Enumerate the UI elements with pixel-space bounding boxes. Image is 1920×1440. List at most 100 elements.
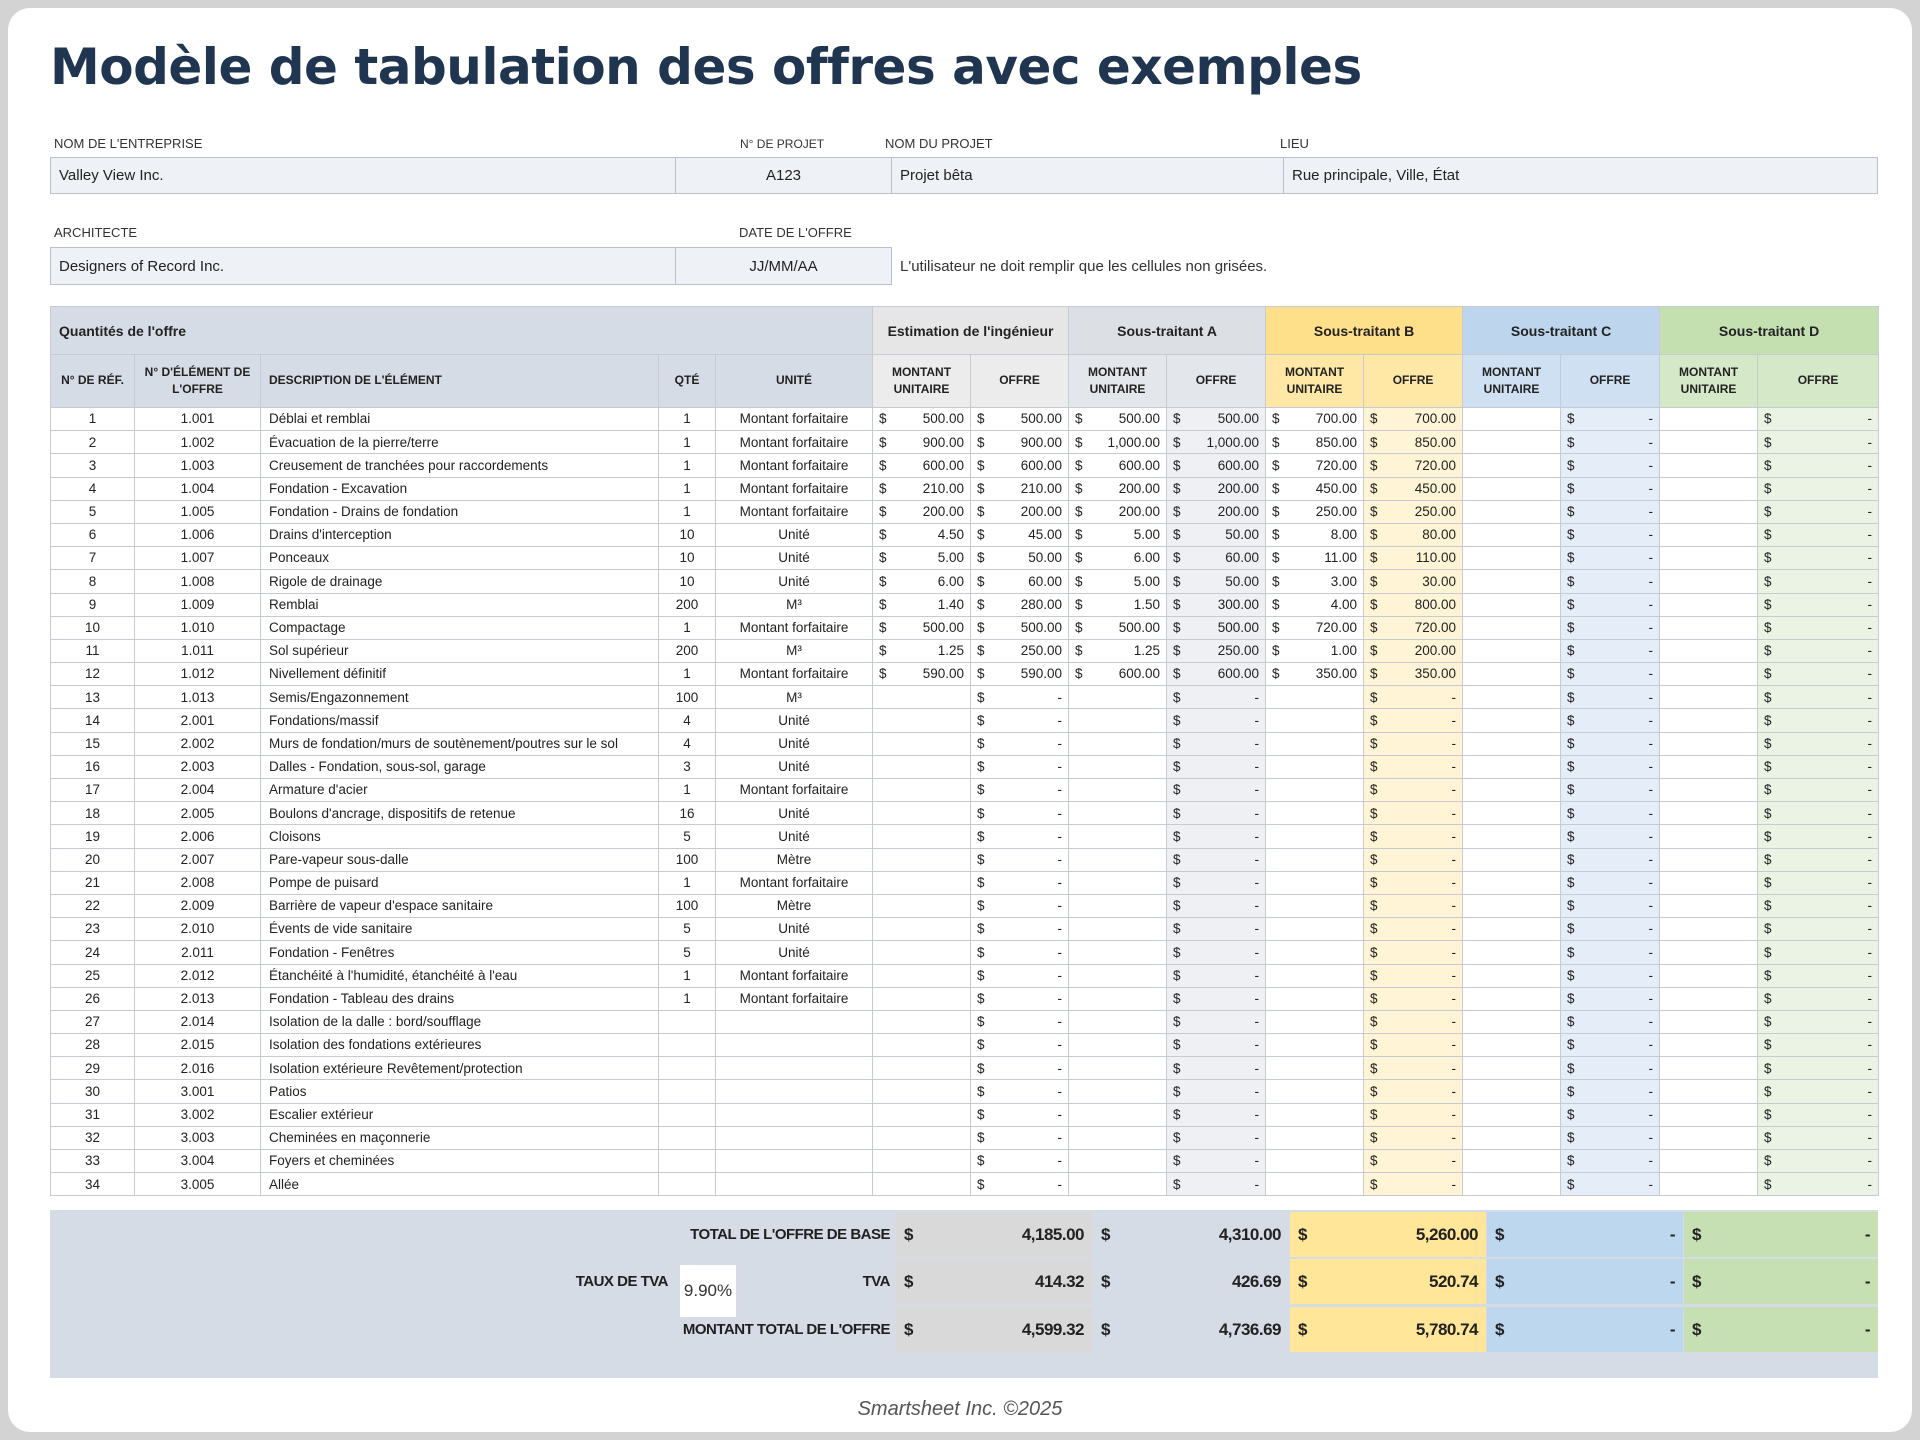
a-bid-cell[interactable]: $ - [1166, 824, 1267, 849]
b-unit-price-cell[interactable] [1265, 847, 1365, 872]
c-unit-price-cell[interactable] [1462, 546, 1562, 571]
d-unit-price-cell[interactable] [1659, 754, 1759, 780]
c-bid-cell[interactable]: $ - [1560, 546, 1661, 571]
d-bid-cell[interactable]: $ - [1757, 476, 1880, 501]
c-bid-cell[interactable]: $ - [1560, 754, 1661, 780]
unit-cell[interactable]: M³ [714, 685, 874, 710]
a-unit-price-cell[interactable]: $1,000.00 [1068, 430, 1168, 455]
eng-bid-cell[interactable]: $60.00 [970, 569, 1070, 594]
b-unit-price-cell[interactable] [1265, 1009, 1365, 1035]
qty-cell[interactable]: 200 [658, 638, 716, 664]
c-unit-price-cell[interactable] [1462, 1148, 1562, 1174]
item-no-cell[interactable]: 1.002 [134, 430, 261, 455]
d-unit-price-cell[interactable] [1659, 662, 1759, 687]
a-bid-cell[interactable]: $250.00 [1166, 638, 1267, 664]
c-unit-price-cell[interactable] [1462, 1056, 1562, 1081]
a-unit-price-cell[interactable] [1068, 1033, 1168, 1058]
item-no-cell[interactable]: 2.008 [134, 870, 261, 895]
b-unit-price-cell[interactable]: $11.00 [1265, 546, 1365, 571]
description-cell[interactable]: Nivellement définitif [260, 662, 659, 687]
eng-unit-price-cell[interactable]: $500.00 [872, 406, 972, 432]
c-bid-cell[interactable]: $ - [1560, 522, 1661, 548]
description-cell[interactable]: Isolation extérieure Revêtement/protecti… [260, 1056, 659, 1081]
c-unit-price-cell[interactable] [1462, 1102, 1562, 1127]
qty-cell[interactable]: 1 [658, 986, 716, 1011]
a-unit-price-cell[interactable] [1068, 917, 1168, 942]
a-unit-price-cell[interactable] [1068, 824, 1168, 849]
eng-unit-price-cell[interactable] [872, 754, 972, 780]
ref-cell[interactable]: 16 [50, 754, 135, 780]
ref-cell[interactable]: 24 [50, 940, 135, 965]
c-bid-cell[interactable]: $ - [1560, 476, 1661, 501]
a-bid-cell[interactable]: $ - [1166, 1125, 1267, 1151]
b-bid-cell[interactable]: $800.00 [1363, 592, 1464, 617]
c-unit-price-cell[interactable] [1462, 731, 1562, 756]
description-cell[interactable]: Compactage [260, 615, 659, 640]
qty-cell[interactable]: 1 [658, 499, 716, 524]
d-unit-price-cell[interactable] [1659, 731, 1759, 756]
eng-bid-cell[interactable]: $ - [970, 1148, 1070, 1174]
c-bid-cell[interactable]: $ - [1560, 1056, 1661, 1081]
d-unit-price-cell[interactable] [1659, 963, 1759, 988]
c-bid-cell[interactable]: $ - [1560, 638, 1661, 664]
c-unit-price-cell[interactable] [1462, 940, 1562, 965]
c-unit-price-cell[interactable] [1462, 685, 1562, 710]
b-unit-price-cell[interactable] [1265, 685, 1365, 710]
qty-cell[interactable]: 10 [658, 569, 716, 594]
eng-bid-cell[interactable]: $ - [970, 1056, 1070, 1081]
eng-bid-cell[interactable]: $ - [970, 1172, 1070, 1197]
d-bid-cell[interactable]: $ - [1757, 893, 1880, 919]
item-no-cell[interactable]: 2.014 [134, 1009, 261, 1035]
b-unit-price-cell[interactable] [1265, 754, 1365, 780]
a-bid-cell[interactable]: $200.00 [1166, 499, 1267, 524]
ref-cell[interactable]: 15 [50, 731, 135, 756]
a-bid-cell[interactable]: $ - [1166, 870, 1267, 895]
eng-unit-price-cell[interactable] [872, 1033, 972, 1058]
d-bid-cell[interactable]: $ - [1757, 638, 1880, 664]
a-unit-price-cell[interactable]: $6.00 [1068, 546, 1168, 571]
d-bid-cell[interactable]: $ - [1757, 847, 1880, 872]
d-bid-cell[interactable]: $ - [1757, 1172, 1880, 1197]
d-unit-price-cell[interactable] [1659, 801, 1759, 826]
b-bid-cell[interactable]: $720.00 [1363, 453, 1464, 478]
eng-unit-price-cell[interactable] [872, 824, 972, 849]
c-bid-cell[interactable]: $ - [1560, 1172, 1661, 1197]
ref-cell[interactable]: 21 [50, 870, 135, 895]
item-no-cell[interactable]: 1.005 [134, 499, 261, 524]
d-bid-cell[interactable]: $ - [1757, 685, 1880, 710]
eng-unit-price-cell[interactable] [872, 685, 972, 710]
eng-unit-price-cell[interactable] [872, 708, 972, 733]
item-no-cell[interactable]: 2.011 [134, 940, 261, 965]
eng-unit-price-cell[interactable] [872, 1102, 972, 1127]
item-no-cell[interactable]: 2.016 [134, 1056, 261, 1081]
qty-cell[interactable]: 100 [658, 685, 716, 710]
description-cell[interactable]: Boulons d'ancrage, dispositifs de retenu… [260, 801, 659, 826]
eng-bid-cell[interactable]: $ - [970, 847, 1070, 872]
d-bid-cell[interactable]: $ - [1757, 1056, 1880, 1081]
a-bid-cell[interactable]: $ - [1166, 777, 1267, 803]
c-unit-price-cell[interactable] [1462, 801, 1562, 826]
c-unit-price-cell[interactable] [1462, 847, 1562, 872]
eng-bid-cell[interactable]: $ - [970, 917, 1070, 942]
ref-cell[interactable]: 12 [50, 662, 135, 687]
item-no-cell[interactable]: 1.010 [134, 615, 261, 640]
b-bid-cell[interactable]: $ - [1363, 940, 1464, 965]
description-cell[interactable]: Fondation - Tableau des drains [260, 986, 659, 1011]
qty-cell[interactable] [658, 1148, 716, 1174]
a-bid-cell[interactable]: $ - [1166, 731, 1267, 756]
d-bid-cell[interactable]: $ - [1757, 615, 1880, 640]
c-bid-cell[interactable]: $ - [1560, 777, 1661, 803]
b-unit-price-cell[interactable] [1265, 1125, 1365, 1151]
d-bid-cell[interactable]: $ - [1757, 777, 1880, 803]
b-unit-price-cell[interactable] [1265, 1102, 1365, 1127]
unit-cell[interactable]: Montant forfaitaire [714, 430, 874, 455]
c-unit-price-cell[interactable] [1462, 522, 1562, 548]
description-cell[interactable]: Ponceaux [260, 546, 659, 571]
qty-cell[interactable] [658, 1102, 716, 1127]
ref-cell[interactable]: 28 [50, 1033, 135, 1058]
unit-cell[interactable]: Unité [714, 824, 874, 849]
description-cell[interactable]: Dalles - Fondation, sous-sol, garage [260, 754, 659, 780]
eng-unit-price-cell[interactable] [872, 1009, 972, 1035]
a-unit-price-cell[interactable] [1068, 754, 1168, 780]
location-field[interactable]: Rue principale, Ville, État [1283, 157, 1878, 194]
